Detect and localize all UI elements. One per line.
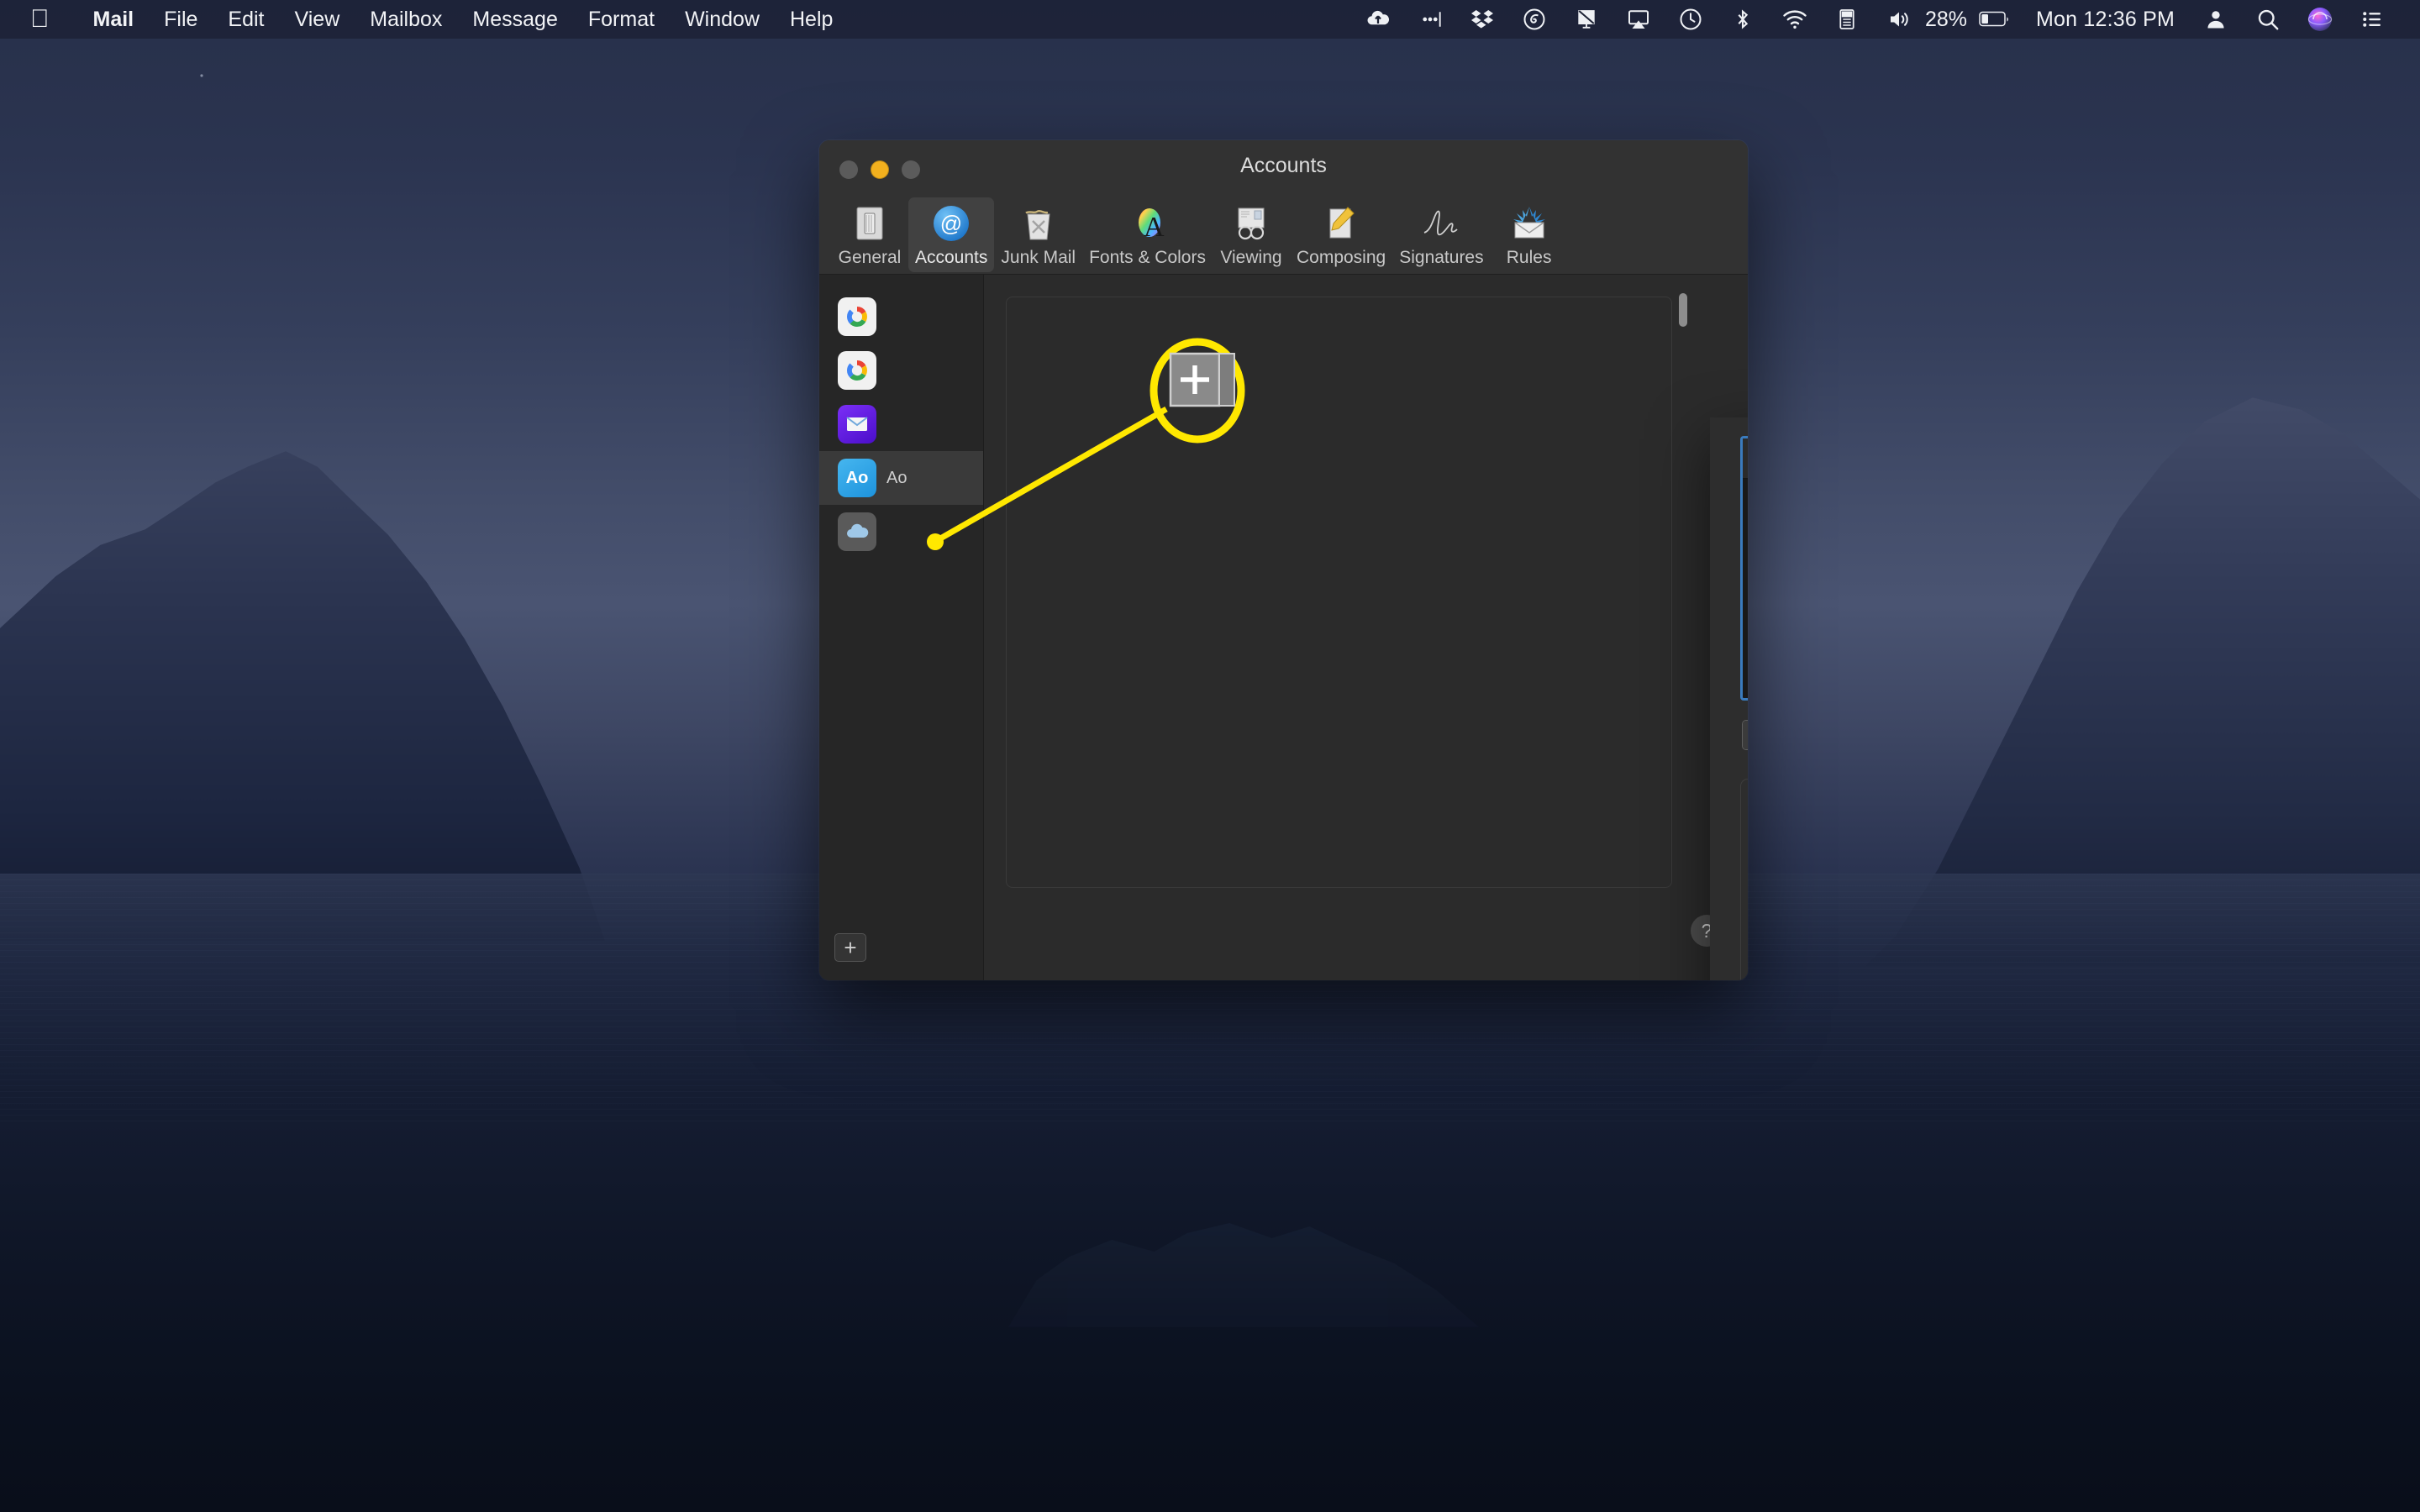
field-row-host-name: Host Name: No Selection [1741, 952, 1748, 980]
add-server-plus-button[interactable]: + [1743, 721, 1748, 749]
toolbar-label-junk-mail: Junk Mail [1001, 248, 1076, 267]
account-detail-box [1006, 297, 1672, 888]
label-password: Password: [1741, 919, 1748, 941]
time-machine-icon[interactable] [1665, 0, 1717, 39]
list-item[interactable] [819, 397, 983, 451]
toolbar-item-composing[interactable]: Composing [1290, 197, 1392, 272]
battery-icon[interactable] [1972, 0, 2018, 39]
table-body-empty[interactable] [1743, 479, 1748, 699]
account-detail-pane: ? [984, 275, 1748, 980]
fonts-colors-icon: A [1123, 201, 1172, 246]
window-title-bar: Accounts [819, 140, 1748, 197]
label-host-name: Host Name: [1741, 963, 1748, 980]
table-header-row: Description Server Name In Use By Accoun… [1743, 438, 1748, 479]
list-item[interactable] [819, 290, 983, 344]
mail-preferences-window: Accounts General @ Accounts Junk Mail A … [819, 140, 1748, 980]
toolbar-label-signatures: Signatures [1399, 248, 1484, 267]
label-user-name: User Name: [1741, 875, 1748, 897]
toolbar-label-accounts: Accounts [915, 248, 988, 267]
apple-logo-icon[interactable]:  [30, 7, 50, 32]
list-item-label: Ao [886, 468, 908, 487]
cloud-upload-icon[interactable] [1352, 0, 1404, 39]
menu-item-format[interactable]: Format [573, 0, 670, 39]
svg-text:@: @ [940, 211, 962, 236]
menu-item-window[interactable]: Window [670, 0, 775, 39]
user-account-icon[interactable] [2190, 0, 2242, 39]
toolbar-label-fonts-colors: Fonts & Colors [1089, 248, 1206, 267]
menu-bar-clock[interactable]: Mon 12:36 PM [2018, 8, 2190, 32]
field-row-description: Description: No Selection [1741, 810, 1748, 853]
menu-item-help[interactable]: Help [775, 0, 848, 39]
siri-icon[interactable] [2294, 0, 2346, 39]
label-description: Description: [1741, 821, 1748, 843]
headland-left [0, 451, 605, 941]
svg-text:A: A [1144, 212, 1165, 243]
composing-pencil-icon [1317, 201, 1365, 246]
field-row-user-name: User Name: No Selection [1741, 864, 1748, 908]
control-center-icon[interactable] [2346, 0, 2398, 39]
toolbar-item-viewing[interactable]: Viewing [1213, 197, 1290, 272]
adobe-creative-cloud-icon[interactable] [1508, 0, 1560, 39]
menu-item-message[interactable]: Message [457, 0, 572, 39]
shared-screen-icon[interactable] [1560, 0, 1612, 39]
list-item[interactable] [819, 505, 983, 559]
menu-item-view[interactable]: View [280, 0, 355, 39]
dropbox-icon[interactable] [1456, 0, 1508, 39]
window-title: Accounts [1240, 154, 1327, 177]
wifi-icon[interactable] [1769, 0, 1821, 39]
toolbar-item-accounts[interactable]: @ Accounts [908, 197, 995, 272]
server-settings-panel: Description: No Selection User Name: No … [1740, 779, 1748, 980]
accounts-pane: Ao Ao + ? [819, 275, 1748, 980]
signature-icon [1417, 201, 1465, 246]
settings-tab-bar: Server Settings Advanced [1710, 765, 1748, 797]
server-table[interactable]: Description Server Name In Use By Accoun… [1740, 436, 1748, 701]
toolbar-label-composing: Composing [1296, 248, 1386, 267]
menu-item-file[interactable]: File [149, 0, 213, 39]
general-switch-icon [845, 201, 894, 246]
google-account-icon [838, 351, 876, 390]
icloud-account-icon [838, 512, 876, 551]
at-sign-accounts-icon: @ [927, 201, 976, 246]
volume-icon[interactable] [1873, 0, 1925, 39]
menu-bar-status-area: 28% Mon 12:36 PM [1352, 0, 2398, 39]
toolbar-item-junk-mail[interactable]: Junk Mail [994, 197, 1082, 272]
toolbar-label-viewing: Viewing [1220, 248, 1282, 267]
preferences-toolbar: General @ Accounts Junk Mail A Fonts & C… [819, 197, 1748, 275]
server-list-controls: + – [1742, 720, 1748, 750]
keyboard-input-icon[interactable] [1821, 0, 1873, 39]
toolbar-label-general: General [838, 248, 902, 267]
accounts-sidebar: Ao Ao + [819, 275, 984, 980]
battery-percent-label: 28% [1924, 7, 1967, 31]
add-account-button[interactable]: + [834, 933, 866, 962]
junk-mail-trash-icon [1014, 201, 1063, 246]
google-account-icon [838, 297, 876, 336]
menu-item-edit[interactable]: Edit [213, 0, 279, 39]
server-list-sheet: Description Server Name In Use By Accoun… [1710, 417, 1748, 980]
field-row-password: Password: No Selection [1741, 908, 1748, 952]
column-header-description[interactable]: Description [1743, 438, 1748, 478]
ellipsis-icon[interactable] [1404, 0, 1456, 39]
toolbar-item-fonts-colors[interactable]: A Fonts & Colors [1082, 197, 1213, 272]
toolbar-label-rules: Rules [1506, 248, 1552, 267]
menu-item-mail[interactable]: Mail [78, 0, 150, 39]
viewing-glasses-icon [1227, 201, 1276, 246]
detail-scrollbar[interactable] [1679, 293, 1687, 327]
toolbar-item-signatures[interactable]: Signatures [1392, 197, 1490, 272]
rules-envelope-icon [1505, 201, 1554, 246]
toolbar-item-rules[interactable]: Rules [1491, 197, 1568, 272]
list-item[interactable] [819, 344, 983, 397]
aol-account-icon: Ao [838, 459, 876, 497]
list-item-selected[interactable]: Ao Ao [819, 451, 983, 505]
menu-item-mailbox[interactable]: Mailbox [355, 0, 457, 39]
toolbar-item-general[interactable]: General [831, 197, 908, 272]
bluetooth-icon[interactable] [1717, 0, 1769, 39]
airplay-icon[interactable] [1612, 0, 1665, 39]
spotlight-search-icon[interactable] [2242, 0, 2294, 39]
purple-mail-account-icon [838, 405, 876, 444]
menu-bar:  Mail File Edit View Mailbox Message Fo… [0, 0, 2420, 39]
